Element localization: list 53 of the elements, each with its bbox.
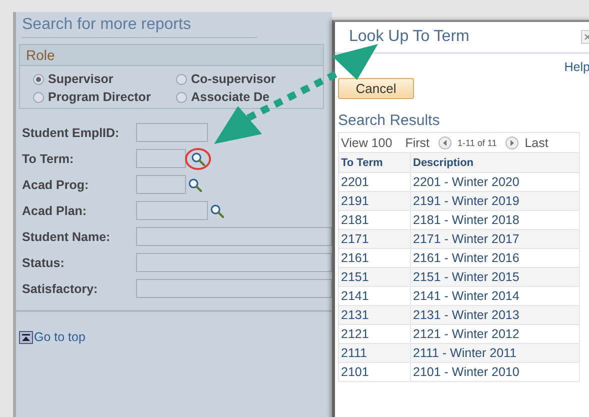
- radio-label: Associate De: [191, 90, 270, 104]
- radio-button[interactable]: [33, 74, 44, 84]
- radio-button[interactable]: [176, 92, 187, 102]
- table-cell[interactable]: 2171: [338, 230, 410, 248]
- field-label: Acad Plan:: [21, 204, 88, 218]
- cancel-button[interactable]: Cancel: [338, 78, 414, 99]
- input-field[interactable]: [136, 123, 208, 142]
- table-cell[interactable]: 2151 - Winter 2015: [410, 268, 580, 286]
- column-header: To Term: [338, 152, 410, 172]
- radio-button[interactable]: [33, 92, 44, 102]
- previous-icon[interactable]: [438, 136, 452, 150]
- dialog-title: Look Up To Term: [349, 28, 470, 46]
- field-label: To Term:: [21, 152, 75, 166]
- next-icon[interactable]: [504, 136, 519, 150]
- section-title: Search for more reports: [22, 16, 257, 38]
- table-cell[interactable]: 2191 - Winter 2019: [410, 192, 580, 210]
- table-cell[interactable]: 2191: [338, 192, 410, 210]
- column-header: Description: [410, 152, 580, 172]
- last-link[interactable]: Last: [524, 136, 548, 150]
- input-field[interactable]: [136, 227, 332, 246]
- go-to-top-link[interactable]: Go to top: [34, 330, 86, 344]
- table-cell[interactable]: 2171 - Winter 2017: [410, 230, 580, 248]
- results-title: Search Results: [338, 112, 441, 129]
- search-icon[interactable]: [188, 178, 202, 192]
- group-header: Role: [20, 45, 323, 66]
- table-cell[interactable]: 2111: [338, 344, 410, 362]
- table-cell[interactable]: 2131 - Winter 2013: [410, 306, 580, 324]
- first-link[interactable]: First: [405, 136, 430, 150]
- table-cell[interactable]: 2131: [338, 306, 410, 324]
- input-field[interactable]: [136, 175, 186, 194]
- radio-label: Program Director: [48, 90, 151, 104]
- field-label: Acad Prog:: [21, 178, 90, 192]
- input-field[interactable]: [136, 253, 332, 272]
- radio-label: Supervisor: [48, 72, 114, 86]
- table-cell[interactable]: 2101: [338, 362, 410, 382]
- radio-button[interactable]: [176, 74, 187, 84]
- row-range: 1-11 of 11: [458, 138, 497, 148]
- table-cell[interactable]: 2111 - Winter 2011: [410, 344, 580, 362]
- table-cell[interactable]: 2101 - Winter 2010: [410, 362, 580, 382]
- go-to-top-icon[interactable]: [19, 330, 33, 344]
- field-label: Satisfactory:: [21, 282, 99, 296]
- close-icon[interactable]: [581, 30, 589, 44]
- search-icon[interactable]: [210, 204, 224, 218]
- input-field[interactable]: [136, 279, 332, 298]
- input-field[interactable]: [136, 201, 208, 220]
- table-cell[interactable]: 2151: [338, 268, 410, 286]
- input-field[interactable]: [136, 149, 186, 168]
- radio-label: Co-supervisor: [191, 72, 276, 86]
- field-label: Status:: [21, 256, 66, 270]
- field-label: Student EmplID:: [21, 126, 120, 140]
- field-label: Student Name:: [21, 230, 112, 244]
- view-all-link[interactable]: View 100: [341, 136, 392, 150]
- search-icon[interactable]: [191, 152, 205, 166]
